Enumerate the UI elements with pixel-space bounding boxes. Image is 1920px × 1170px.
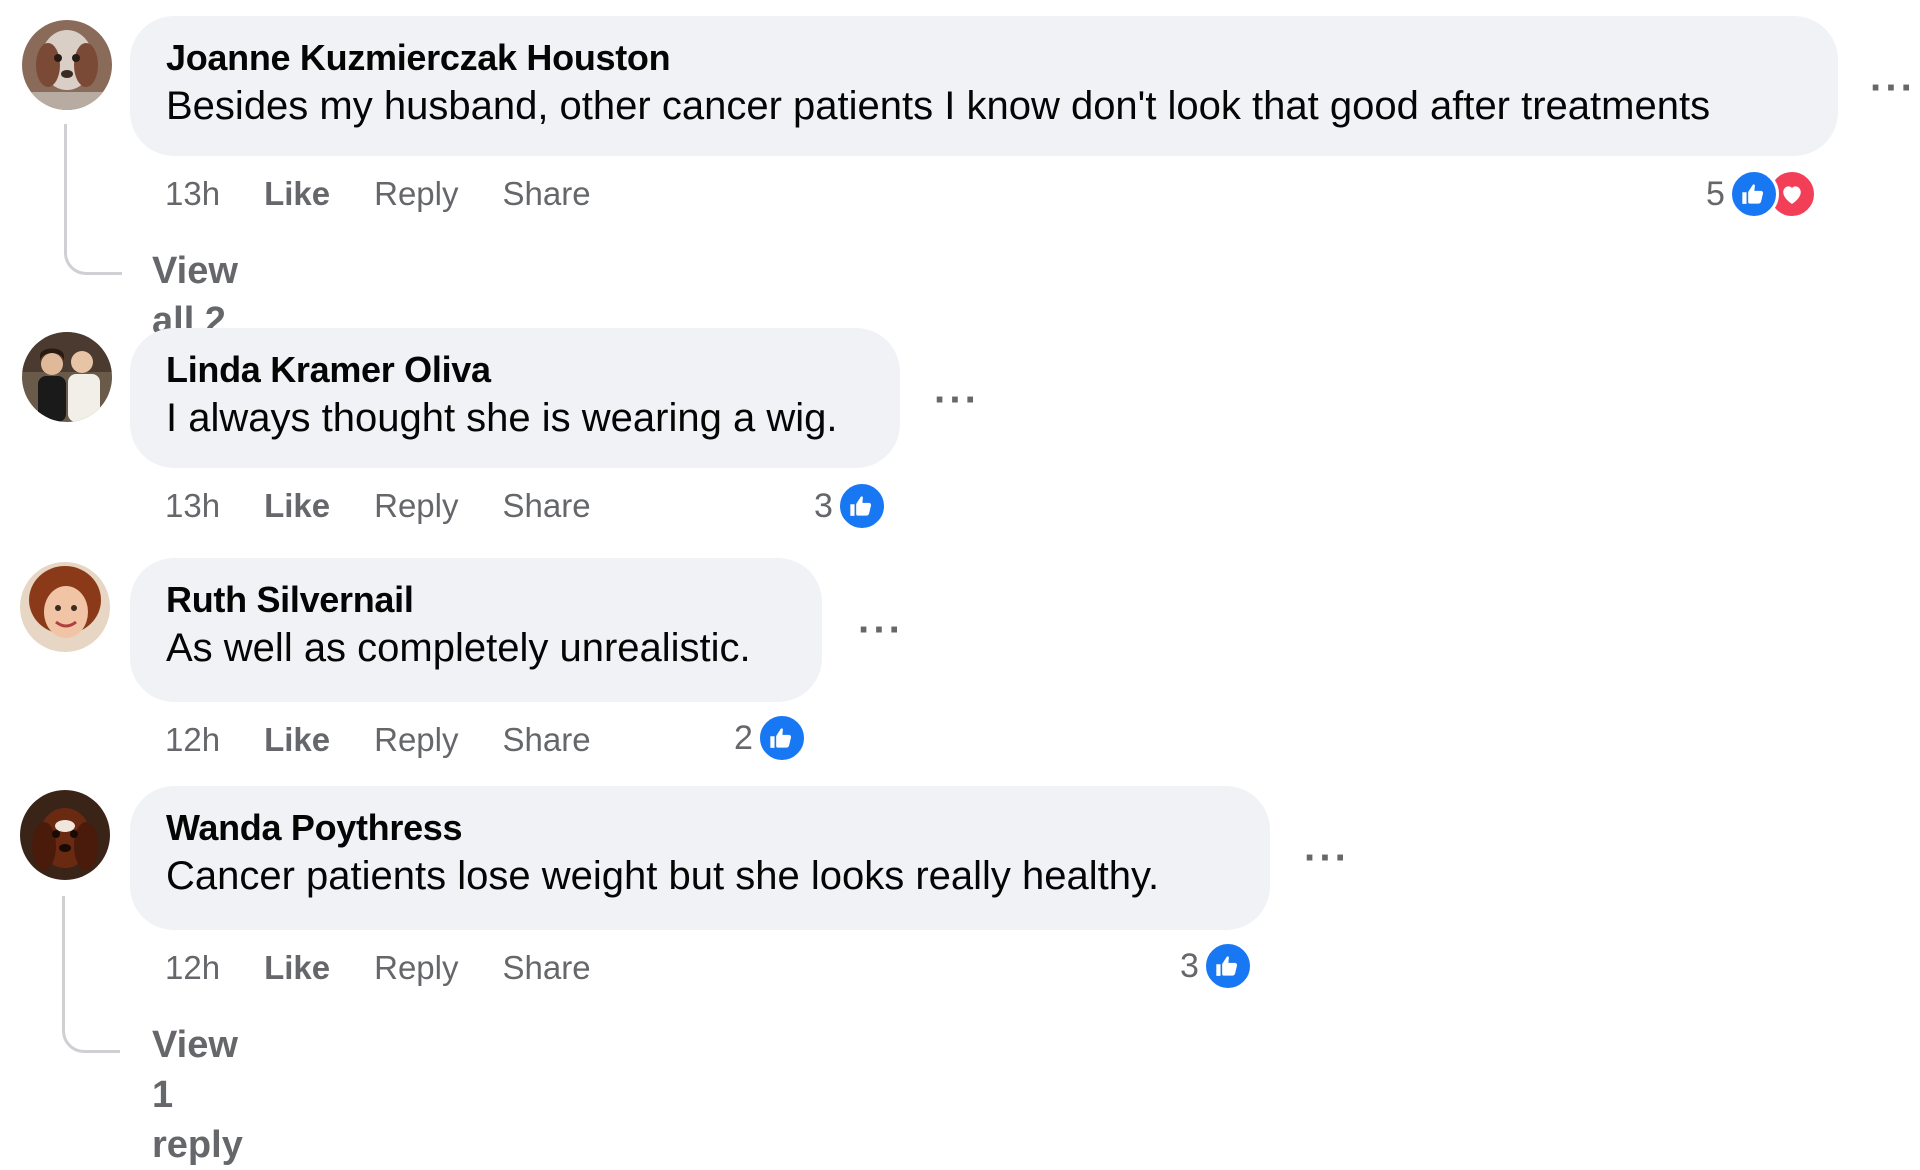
thread-line [64, 124, 122, 275]
like-button[interactable]: Like [264, 175, 330, 212]
reaction-count: 3 [1180, 946, 1199, 985]
comment-bubble: Ruth Silvernail As well as completely un… [130, 558, 822, 702]
dog-photo-icon [22, 20, 112, 110]
reaction-summary[interactable]: 3 [814, 480, 887, 532]
share-button[interactable]: Share [502, 949, 590, 986]
like-button[interactable]: Like [264, 487, 330, 524]
comment-time[interactable]: 13h [165, 487, 220, 524]
more-options-button[interactable]: ··· [934, 380, 980, 420]
comment-bubble: Wanda Poythress Cancer patients lose wei… [130, 786, 1270, 930]
comment-author[interactable]: Linda Kramer Oliva [166, 348, 866, 392]
comment-time[interactable]: 13h [165, 175, 220, 212]
reaction-summary[interactable]: 5 [1706, 168, 1817, 220]
avatar[interactable] [20, 562, 110, 652]
comment-text: Cancer patients lose weight but she look… [166, 854, 1160, 898]
share-button[interactable]: Share [502, 175, 590, 212]
reply-button[interactable]: Reply [374, 949, 458, 986]
comment-text: As well as completely unrealistic. [166, 626, 751, 670]
more-options-button[interactable]: ··· [1870, 68, 1916, 108]
reaction-count: 3 [814, 486, 833, 525]
comment-text: I always thought she is wearing a wig. [166, 396, 838, 440]
comment-bubble: Joanne Kuzmierczak Houston Besides my hu… [130, 16, 1838, 156]
comment-actions: 13h Like Reply Share [165, 484, 635, 528]
reaction-count: 2 [734, 718, 753, 757]
thread-line [62, 896, 120, 1053]
view-replies-link[interactable]: View 1 reply [152, 1020, 243, 1170]
like-button[interactable]: Like [264, 949, 330, 986]
reply-button[interactable]: Reply [374, 175, 458, 212]
comment-actions: 12h Like Reply Share [165, 946, 635, 990]
reaction-count: 5 [1706, 174, 1725, 213]
more-options-button[interactable]: ··· [1304, 838, 1350, 878]
like-icon [756, 713, 807, 763]
reply-button[interactable]: Reply [374, 721, 458, 758]
comment-actions: 13h Like Reply Share [165, 172, 635, 216]
like-icon [1202, 941, 1253, 991]
share-button[interactable]: Share [502, 721, 590, 758]
reply-button[interactable]: Reply [374, 487, 458, 524]
reaction-summary[interactable]: 3 [1180, 940, 1253, 992]
comment-text: Besides my husband, other cancer patient… [166, 84, 1711, 128]
like-icon [1728, 169, 1779, 219]
avatar[interactable] [22, 332, 112, 422]
comment-time[interactable]: 12h [165, 721, 220, 758]
comment-author[interactable]: Wanda Poythress [166, 806, 1236, 850]
comment-time[interactable]: 12h [165, 949, 220, 986]
comment-actions: 12h Like Reply Share [165, 718, 635, 762]
like-icon [836, 481, 887, 531]
woman-photo-icon [20, 562, 110, 652]
avatar[interactable] [20, 790, 110, 880]
more-options-button[interactable]: ··· [858, 610, 904, 650]
comment-bubble: Linda Kramer Oliva I always thought she … [130, 328, 900, 468]
comment-author[interactable]: Joanne Kuzmierczak Houston [166, 36, 1804, 80]
dog-photo-icon [20, 790, 110, 880]
avatar[interactable] [22, 20, 112, 110]
couple-photo-icon [22, 332, 112, 422]
like-button[interactable]: Like [264, 721, 330, 758]
share-button[interactable]: Share [502, 487, 590, 524]
comment-author[interactable]: Ruth Silvernail [166, 578, 788, 622]
reaction-summary[interactable]: 2 [734, 712, 807, 764]
